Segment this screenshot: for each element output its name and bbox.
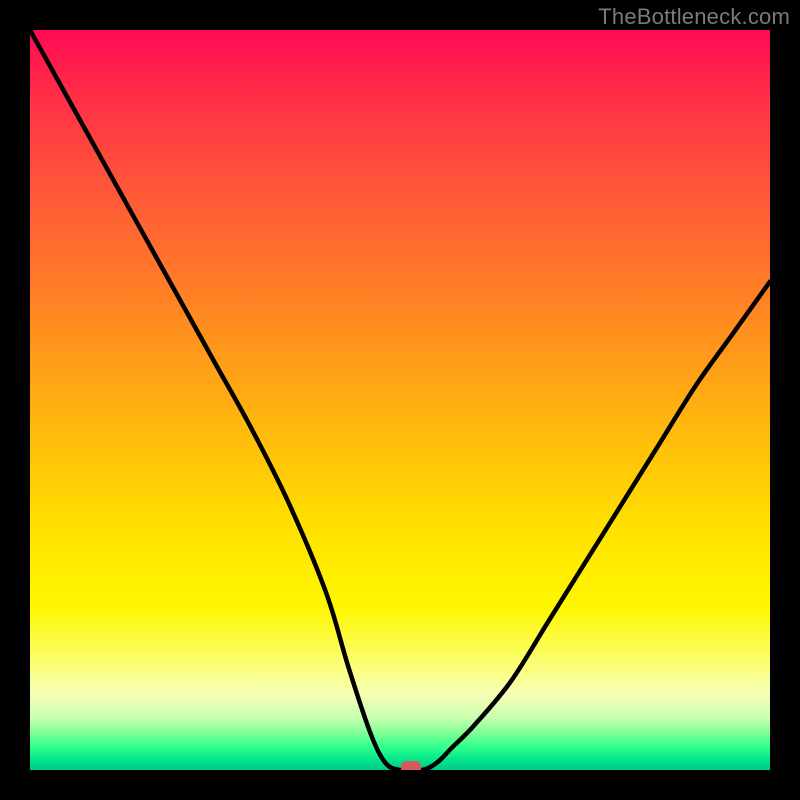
minimum-marker bbox=[401, 761, 421, 770]
plot-area bbox=[30, 30, 770, 770]
bottleneck-curve-path bbox=[30, 30, 770, 770]
curve-layer bbox=[30, 30, 770, 770]
bottleneck-chart: TheBottleneck.com bbox=[0, 0, 800, 800]
attribution-watermark: TheBottleneck.com bbox=[598, 4, 790, 30]
